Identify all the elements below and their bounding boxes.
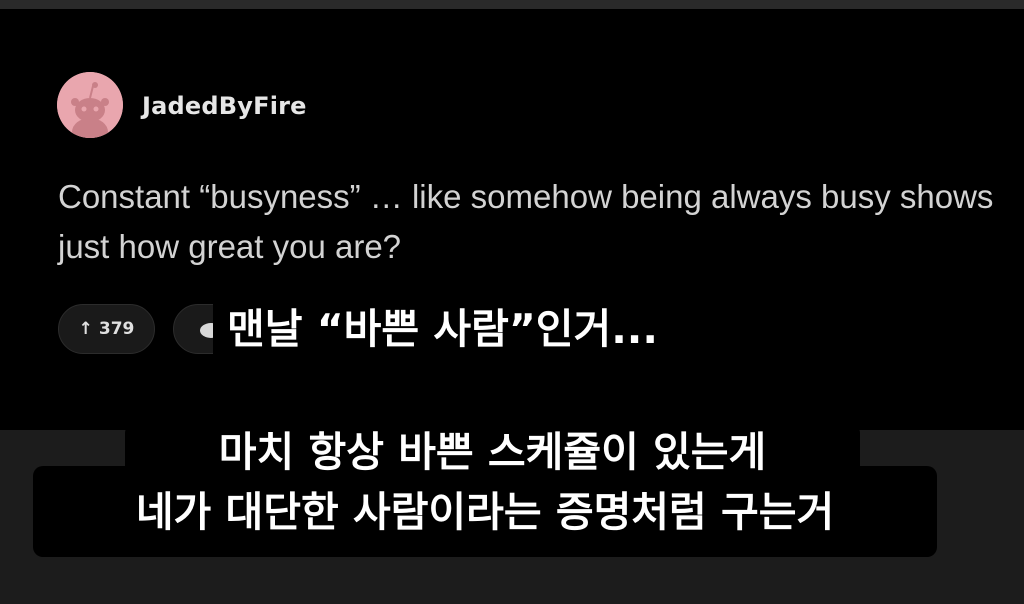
- caption-line-2: 마치 항상 바쁜 스케쥴이 있는게: [218, 428, 767, 476]
- username[interactable]: JadedByFire: [142, 92, 307, 120]
- reddit-snoo-icon: [57, 72, 123, 138]
- caption-line-3: 네가 대단한 사람이라는 증명처럼 구는거: [135, 488, 835, 536]
- top-bar: [0, 0, 1024, 9]
- upvote-button[interactable]: ↑ 379: [58, 304, 155, 354]
- avatar[interactable]: [57, 72, 123, 138]
- caption-line-1: 맨날 “바쁜 사람”인거...: [213, 296, 672, 362]
- post-body: Constant “busyness” … like somehow being…: [58, 178, 994, 265]
- vote-count: 379: [98, 319, 135, 339]
- upvote-arrow-icon: ↑: [78, 319, 93, 339]
